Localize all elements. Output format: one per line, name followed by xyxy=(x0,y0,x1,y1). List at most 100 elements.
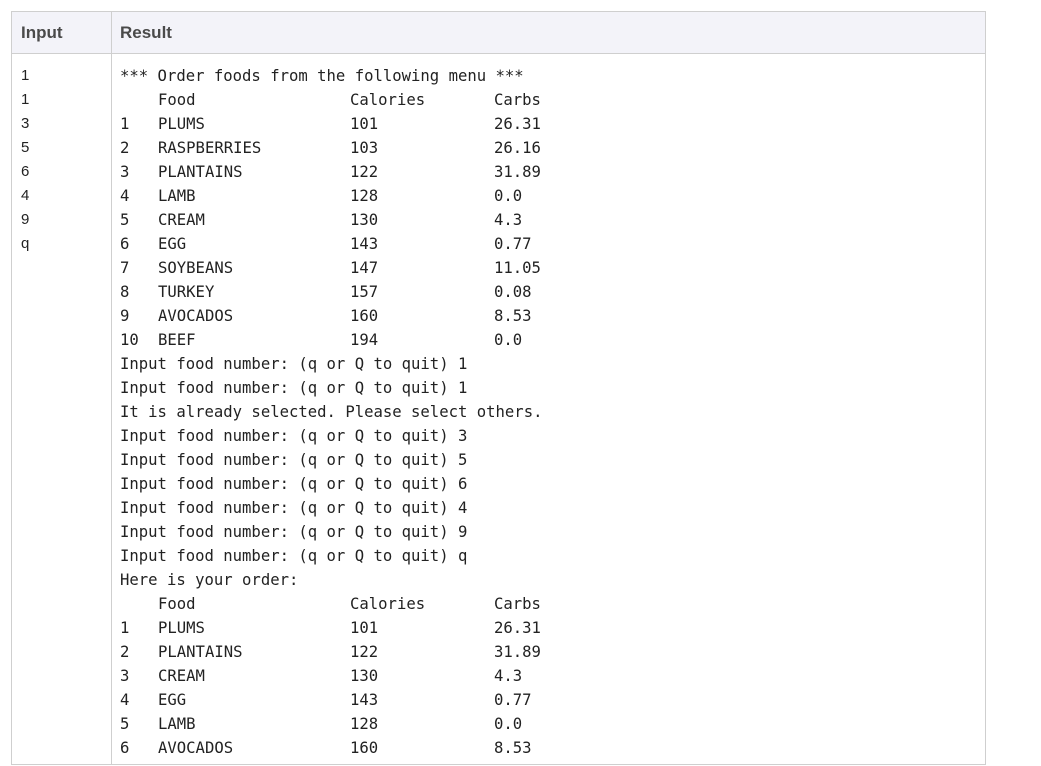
calories-value: 122 xyxy=(350,643,379,661)
input-value: 6 xyxy=(21,163,30,180)
input-value: q xyxy=(21,235,30,252)
menu-row: 9 AVOCADOS 160 8.53 xyxy=(120,304,980,328)
menu-title: *** Order foods from the following menu … xyxy=(120,64,980,88)
prompt-line: Input food number: (q or Q to quit) q xyxy=(120,544,980,568)
input-value: 1 xyxy=(21,67,30,84)
menu-row: 2 RASPBERRIES 103 26.16 xyxy=(120,136,980,160)
prompt-text: Input food number: (q or Q to quit) 5 xyxy=(120,451,468,469)
calories-value: 143 xyxy=(350,235,379,253)
order-rows: 1 PLUMS 101 26.31 2 PLANTAINS 122 31.89 3 CREAM 1 3… xyxy=(120,616,980,760)
calories-value: 128 xyxy=(350,715,379,733)
carbs-value: 0.0 xyxy=(494,187,523,205)
table-header: Input Result xyxy=(12,12,985,54)
input-value: 9 xyxy=(21,211,30,228)
row-number: 3 xyxy=(120,163,130,181)
food-name: BEEF xyxy=(158,331,196,349)
prompt-text: Input food number: (q or Q to quit) 1 xyxy=(120,379,468,397)
order-title-text: Here is your order: xyxy=(120,571,299,589)
carbs-column-label: Carbs xyxy=(494,595,541,613)
prompt-line: Input food number: (q or Q to quit) 6 xyxy=(120,472,980,496)
prompt-text: Input food number: (q or Q to quit) 4 xyxy=(120,499,468,517)
input-value: 5 xyxy=(21,139,30,156)
order-column-headers: Food Calories Carbs xyxy=(120,592,980,616)
row-number: 1 xyxy=(120,619,130,637)
food-name: CREAM xyxy=(158,211,205,229)
prompt-text: Input food number: (q or Q to quit) 6 xyxy=(120,475,468,493)
order-row: 6 AVOCADOS 160 8.53 xyxy=(120,736,980,760)
calories-column-label: Calories xyxy=(350,91,426,109)
prompt-text: Input food number: (q or Q to quit) 3 xyxy=(120,427,468,445)
menu-row: 4 LAMB 128 0.0 xyxy=(120,184,980,208)
carbs-value: 0.0 xyxy=(494,331,523,349)
input-column: 1 1 3 5 6 4 9 q xyxy=(21,64,29,256)
prompt-text: Input food number: (q or Q to quit) q xyxy=(120,547,468,565)
calories-value: 103 xyxy=(350,139,379,157)
row-number: 2 xyxy=(120,139,130,157)
order-row: 5 LAMB 128 0.0 xyxy=(120,712,980,736)
prompt-line: Input food number: (q or Q to quit) 9 xyxy=(120,520,980,544)
food-name: TURKEY xyxy=(158,283,215,301)
calories-value: 130 xyxy=(350,211,379,229)
row-number: 6 xyxy=(120,235,130,253)
input-value: 3 xyxy=(21,115,30,132)
carbs-value: 26.16 xyxy=(494,139,541,157)
carbs-value: 0.77 xyxy=(494,235,532,253)
row-number: 3 xyxy=(120,667,130,685)
row-number: 8 xyxy=(120,283,130,301)
calories-value: 147 xyxy=(350,259,379,277)
column-divider xyxy=(111,12,112,764)
food-name: RASPBERRIES xyxy=(158,139,262,157)
food-name: PLANTAINS xyxy=(158,163,243,181)
food-column-label: Food xyxy=(158,91,196,109)
food-name: AVOCADOS xyxy=(158,739,234,757)
order-row: 2 PLANTAINS 122 31.89 xyxy=(120,640,980,664)
calories-value: 143 xyxy=(350,691,379,709)
result-output: *** Order foods from the following menu … xyxy=(120,64,980,760)
food-name: EGG xyxy=(158,691,187,709)
prompt-text: Input food number: (q or Q to quit) 1 xyxy=(120,355,468,373)
order-row: 3 CREAM 130 4.3 xyxy=(120,664,980,688)
carbs-value: 31.89 xyxy=(494,163,541,181)
carbs-value: 8.53 xyxy=(494,307,532,325)
row-number: 5 xyxy=(120,211,130,229)
menu-row: 6 EGG 143 0.77 xyxy=(120,232,980,256)
food-name: CREAM xyxy=(158,667,205,685)
food-name: LAMB xyxy=(158,187,196,205)
prompt-text: Input food number: (q or Q to quit) 9 xyxy=(120,523,468,541)
menu-row: 10 BEEF 194 0.0 xyxy=(120,328,980,352)
row-number: 1 xyxy=(120,115,130,133)
food-name: PLUMS xyxy=(158,115,205,133)
calories-column-label: Calories xyxy=(350,595,426,613)
row-number: 4 xyxy=(120,187,130,205)
prompt-line: Input food number: (q or Q to quit) 3 xyxy=(120,424,980,448)
calories-value: 122 xyxy=(350,163,379,181)
row-number: 10 xyxy=(120,331,139,349)
carbs-value: 0.0 xyxy=(494,715,523,733)
input-value: 1 xyxy=(21,91,30,108)
menu-row: 5 CREAM 130 4.3 xyxy=(120,208,980,232)
carbs-value: 31.89 xyxy=(494,643,541,661)
row-number: 2 xyxy=(120,643,130,661)
carbs-value: 0.08 xyxy=(494,283,532,301)
row-number: 6 xyxy=(120,739,130,757)
carbs-column-label: Carbs xyxy=(494,91,541,109)
order-row: 4 EGG 143 0.77 xyxy=(120,688,980,712)
order-row: 1 PLUMS 101 26.31 xyxy=(120,616,980,640)
row-number: 9 xyxy=(120,307,130,325)
food-name: AVOCADOS xyxy=(158,307,234,325)
input-column-header: Input xyxy=(21,23,63,42)
calories-value: 101 xyxy=(350,619,379,637)
menu-row: 8 TURKEY 157 0.08 xyxy=(120,280,980,304)
food-name: LAMB xyxy=(158,715,196,733)
carbs-value: 26.31 xyxy=(494,115,541,133)
order-title: Here is your order: xyxy=(120,568,980,592)
row-number: 5 xyxy=(120,715,130,733)
food-column-label: Food xyxy=(158,595,196,613)
prompt-line: Input food number: (q or Q to quit) 4 xyxy=(120,496,980,520)
result-column-header: Result xyxy=(120,23,172,42)
calories-value: 160 xyxy=(350,739,379,757)
row-number: 7 xyxy=(120,259,130,277)
food-name: PLANTAINS xyxy=(158,643,243,661)
row-number: 4 xyxy=(120,691,130,709)
carbs-value: 11.05 xyxy=(494,259,541,277)
